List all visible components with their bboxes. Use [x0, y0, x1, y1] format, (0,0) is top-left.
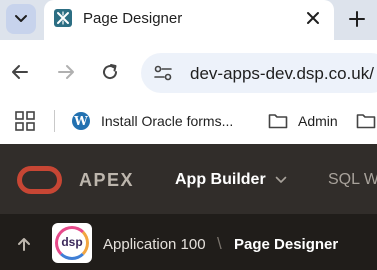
site-info-icon[interactable] [153, 65, 173, 81]
chevron-down-icon [275, 176, 286, 183]
folder-icon [268, 114, 288, 129]
tab-title: Page Designer [83, 10, 183, 27]
apps-grid-icon[interactable] [15, 111, 35, 131]
new-tab-button[interactable] [347, 9, 367, 29]
arrow-right-icon [58, 65, 74, 79]
bookmarks-divider [54, 110, 55, 132]
oracle-logo-icon[interactable] [17, 166, 62, 194]
page-designer-toolbar: dsp Application 100 \ Page Designer [0, 214, 377, 270]
breadcrumb-separator: \ [217, 234, 222, 253]
breadcrumb-page-title: Page Designer [234, 236, 339, 253]
chevron-down-icon [15, 15, 27, 22]
forward-button[interactable] [56, 62, 76, 82]
reload-icon [103, 64, 118, 80]
close-tab-button[interactable] [304, 9, 322, 27]
bookmark-folder[interactable] [356, 110, 377, 132]
arrow-up-icon[interactable] [17, 237, 31, 251]
app-builder-label: App Builder [175, 171, 266, 188]
address-bar[interactable]: dev-apps-dev.dsp.co.uk/ [141, 53, 377, 93]
app-icon-text: dsp [61, 235, 83, 249]
bookmark-folder-admin[interactable]: Admin [268, 110, 338, 132]
browser-tab-active[interactable]: Page Designer [44, 0, 334, 40]
browser-tab-strip: Page Designer [0, 0, 377, 40]
bookmark-label: Admin [298, 113, 338, 129]
application-icon[interactable]: dsp [52, 223, 92, 263]
back-button[interactable] [10, 62, 30, 82]
plus-icon [349, 11, 365, 27]
reload-button[interactable] [100, 62, 120, 82]
tab-search-button[interactable] [6, 4, 36, 34]
url-text: dev-apps-dev.dsp.co.uk/ [190, 64, 374, 83]
apex-header: APEX App Builder SQL W [0, 144, 377, 214]
wordpress-icon: W [72, 112, 90, 130]
arrow-left-icon [12, 65, 28, 79]
close-icon [307, 12, 319, 24]
bookmark-label: Install Oracle forms... [101, 113, 234, 129]
page-designer-favicon-icon [54, 9, 72, 27]
browser-toolbar: dev-apps-dev.dsp.co.uk/ [0, 40, 377, 102]
folder-icon [356, 114, 376, 129]
sql-workshop-menu[interactable]: SQL W [328, 171, 377, 189]
app-builder-menu[interactable]: App Builder [175, 171, 287, 189]
bookmarks-bar: W Install Oracle forms... Admin [0, 102, 377, 144]
bookmark-install-oracle-forms[interactable]: W Install Oracle forms... [72, 110, 233, 132]
apex-brand[interactable]: APEX [79, 170, 134, 191]
breadcrumb-application[interactable]: Application 100 [103, 236, 206, 253]
